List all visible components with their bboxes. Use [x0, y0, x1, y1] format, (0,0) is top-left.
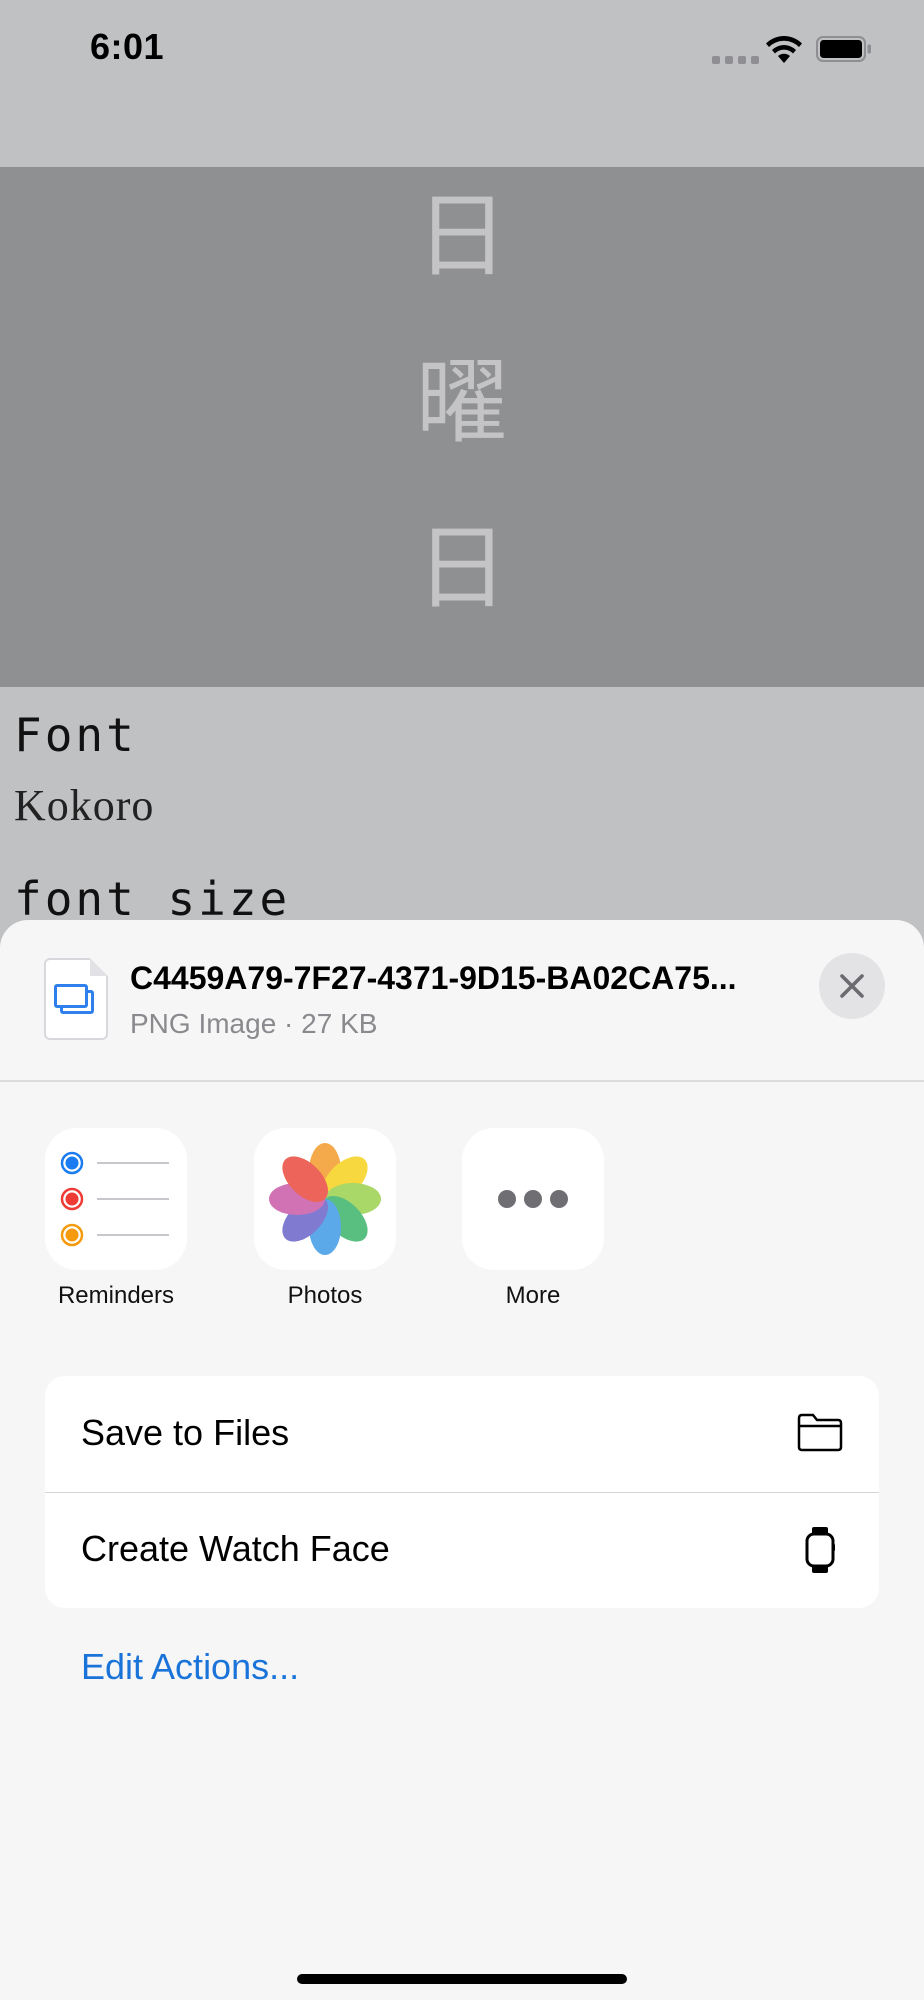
create-watch-face-action[interactable]: Create Watch Face: [45, 1492, 879, 1608]
app-label: Reminders: [57, 1282, 175, 1309]
text-preview: 日 曜 日: [0, 167, 924, 687]
preview-char-2: 曜: [415, 349, 508, 456]
action-list: Save to Files Create Watch Face: [45, 1376, 879, 1608]
font-size-label: font size: [14, 872, 291, 926]
battery-icon: [816, 36, 871, 62]
close-icon: [840, 974, 864, 998]
file-meta: PNG Image · 27 KB: [130, 1008, 378, 1039]
share-sheet: C4459A79-7F27-4371-9D15-BA02CA75... PNG …: [0, 920, 924, 2000]
share-sheet-header: C4459A79-7F27-4371-9D15-BA02CA75... PNG …: [0, 920, 924, 1080]
app-photos[interactable]: Photos: [240, 1128, 410, 1310]
cellular-signal-icon: [712, 56, 759, 64]
reminders-icon: [45, 1128, 187, 1270]
preview-char-3: 日: [415, 515, 508, 622]
action-label: Create Watch Face: [81, 1528, 390, 1569]
home-indicator: [297, 1974, 627, 1984]
app-reminders[interactable]: Reminders: [31, 1128, 201, 1310]
image-file-icon: [44, 958, 108, 1040]
app-label: More: [505, 1282, 561, 1309]
font-value[interactable]: Kokoro: [14, 780, 154, 831]
app-more[interactable]: More: [448, 1128, 618, 1310]
app-label: Photos: [287, 1282, 363, 1309]
close-button[interactable]: [819, 953, 885, 1019]
status-time: 6:01: [90, 26, 165, 67]
more-icon: [462, 1128, 604, 1270]
preview-char-1: 日: [415, 183, 508, 290]
watch-icon: [805, 1527, 835, 1573]
action-label: Save to Files: [81, 1412, 290, 1453]
wifi-icon: [766, 36, 802, 63]
status-bar: 6:01: [0, 0, 924, 110]
edit-actions-link[interactable]: Edit Actions...: [81, 1646, 299, 1688]
app-row: Reminders Photos More: [0, 1128, 924, 1328]
folder-icon: [797, 1413, 843, 1452]
font-label: Font: [14, 708, 137, 762]
header-divider: [0, 1080, 924, 1082]
file-name: C4459A79-7F27-4371-9D15-BA02CA75...: [130, 960, 737, 996]
photos-icon: [254, 1128, 396, 1270]
save-to-files-action[interactable]: Save to Files: [45, 1376, 879, 1492]
